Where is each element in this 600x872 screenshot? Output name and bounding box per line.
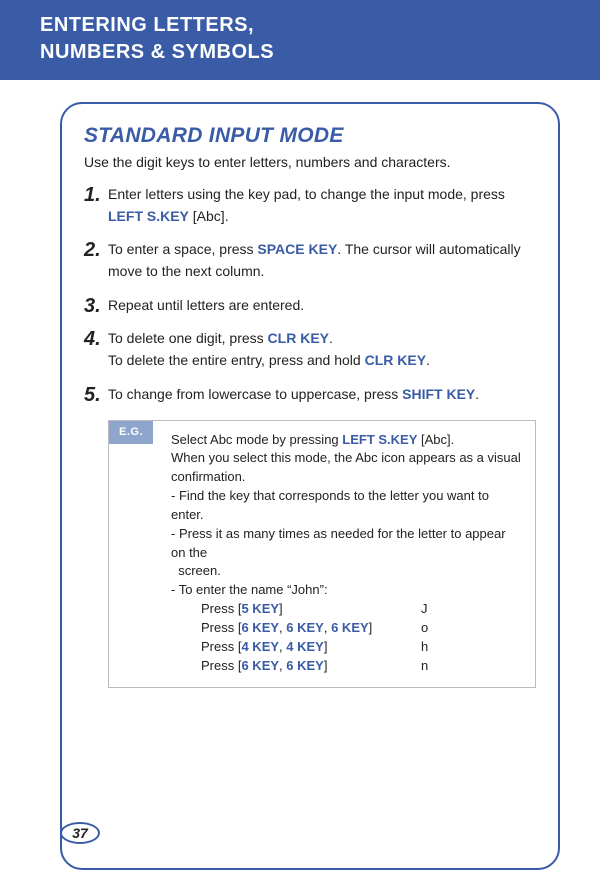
key-name: LEFT S.KEY	[342, 432, 417, 447]
step-body: To change from lowercase to uppercase, p…	[108, 384, 479, 406]
keypress-sequence: Press [6 KEY, 6 KEY]	[171, 657, 421, 676]
text-run: Enter letters using the key pad, to chan…	[108, 186, 505, 202]
key-name: SHIFT KEY	[402, 386, 475, 402]
section-intro: Use the digit keys to enter letters, num…	[84, 154, 536, 170]
text-run: When you select this mode, the Abc icon …	[171, 450, 521, 484]
text-run: Press [	[201, 620, 241, 635]
key-name: LEFT S.KEY	[108, 208, 189, 224]
step-body: Enter letters using the key pad, to chan…	[108, 184, 536, 227]
text-run: Press [	[201, 639, 241, 654]
content-panel: STANDARD INPUT MODE Use the digit keys t…	[60, 102, 560, 870]
text-run: To enter a space, press	[108, 241, 257, 257]
text-run: ,	[324, 620, 331, 635]
example-line: Select Abc mode by pressing LEFT S.KEY […	[171, 431, 521, 450]
step-body: To delete one digit, press CLR KEY. To de…	[108, 328, 430, 371]
section-title: STANDARD INPUT MODE	[84, 124, 536, 148]
text-run: To delete the entire entry, press and ho…	[108, 352, 365, 368]
key-name: 6 KEY	[331, 620, 369, 635]
text-run: ]	[324, 658, 328, 673]
example-rows: Press [5 KEY]JPress [6 KEY, 6 KEY, 6 KEY…	[171, 600, 521, 675]
keypress-result: n	[421, 657, 451, 676]
example-box: E.G. Select Abc mode by pressing LEFT S.…	[108, 420, 536, 689]
chapter-header: ENTERING LETTERS, NUMBERS & SYMBOLS	[0, 0, 600, 80]
text-run: ]	[369, 620, 373, 635]
step-item: 1.Enter letters using the key pad, to ch…	[84, 184, 536, 227]
step-number: 3.	[84, 296, 108, 317]
text-run: - Find the key that corresponds to the l…	[171, 488, 489, 522]
key-name: SPACE KEY	[257, 241, 337, 257]
text-run: - To enter the name “John”:	[171, 582, 328, 597]
step-item: 5.To change from lowercase to uppercase,…	[84, 384, 536, 406]
header-line1: ENTERING LETTERS,	[40, 14, 254, 36]
example-line: - Press it as many times as needed for t…	[171, 525, 521, 563]
key-name: 6 KEY	[241, 658, 279, 673]
text-run: Press [	[201, 658, 241, 673]
text-run: .	[475, 386, 479, 402]
key-name: 4 KEY	[286, 639, 324, 654]
example-keypress-row: Press [6 KEY, 6 KEY]n	[171, 657, 521, 676]
text-run: To change from lowercase to uppercase, p…	[108, 386, 402, 402]
example-label: E.G.	[109, 421, 153, 445]
example-lines: Select Abc mode by pressing LEFT S.KEY […	[171, 431, 521, 601]
example-line: screen.	[171, 562, 521, 581]
step-body: Repeat until letters are entered.	[108, 295, 304, 317]
example-line: - Find the key that corresponds to the l…	[171, 487, 521, 525]
step-number: 5.	[84, 385, 108, 406]
text-run: Select Abc mode by pressing	[171, 432, 342, 447]
step-body: To enter a space, press SPACE KEY. The c…	[108, 239, 536, 282]
key-name: CLR KEY	[365, 352, 426, 368]
keypress-sequence: Press [4 KEY, 4 KEY]	[171, 638, 421, 657]
keypress-sequence: Press [5 KEY]	[171, 600, 421, 619]
step-number: 4.	[84, 329, 108, 371]
keypress-result: o	[421, 619, 451, 638]
step-item: 3.Repeat until letters are entered.	[84, 295, 536, 317]
text-run: To delete one digit, press	[108, 330, 268, 346]
key-name: 5 KEY	[241, 601, 279, 616]
keypress-result: h	[421, 638, 451, 657]
text-run: [Abc].	[417, 432, 454, 447]
header-line2: NUMBERS & SYMBOLS	[40, 41, 274, 63]
key-name: 6 KEY	[241, 620, 279, 635]
example-keypress-row: Press [5 KEY]J	[171, 600, 521, 619]
step-item: 4.To delete one digit, press CLR KEY.To …	[84, 328, 536, 371]
page-number-badge: 37	[60, 822, 100, 844]
key-name: 6 KEY	[286, 658, 324, 673]
page-number: 37	[72, 825, 88, 841]
step-number: 1.	[84, 185, 108, 227]
step-item: 2.To enter a space, press SPACE KEY. The…	[84, 239, 536, 282]
text-run: - Press it as many times as needed for t…	[171, 526, 506, 560]
example-line: - To enter the name “John”:	[171, 581, 521, 600]
example-line: When you select this mode, the Abc icon …	[171, 449, 521, 487]
key-name: 4 KEY	[241, 639, 279, 654]
text-run: ]	[324, 639, 328, 654]
text-run: ]	[279, 601, 283, 616]
text-run: .	[426, 352, 430, 368]
example-keypress-row: Press [4 KEY, 4 KEY]h	[171, 638, 521, 657]
example-keypress-row: Press [6 KEY, 6 KEY, 6 KEY]o	[171, 619, 521, 638]
key-name: 6 KEY	[286, 620, 324, 635]
key-name: CLR KEY	[268, 330, 329, 346]
text-run: .	[329, 330, 333, 346]
text-run: Repeat until letters are entered.	[108, 297, 304, 313]
keypress-result: J	[421, 600, 451, 619]
text-run: screen.	[171, 563, 221, 578]
text-run: Press [	[201, 601, 241, 616]
steps-list: 1.Enter letters using the key pad, to ch…	[84, 184, 536, 406]
text-run: [Abc].	[189, 208, 229, 224]
keypress-sequence: Press [6 KEY, 6 KEY, 6 KEY]	[171, 619, 421, 638]
step-number: 2.	[84, 240, 108, 282]
